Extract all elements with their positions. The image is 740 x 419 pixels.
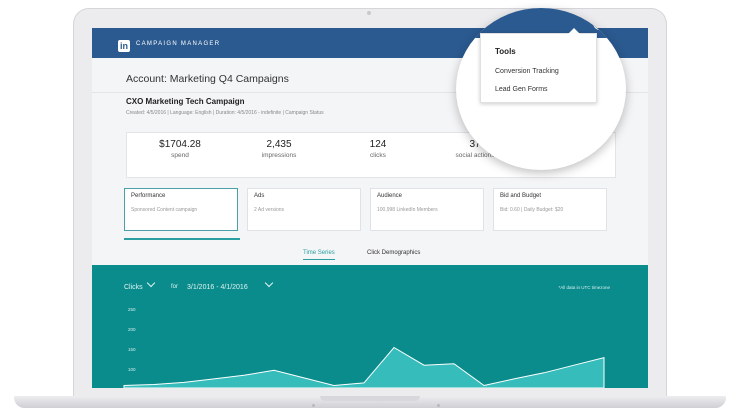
tools-title: Tools [495, 47, 516, 56]
card-subtitle: Bid: 0.60 | Daily Budget: $20 [500, 207, 564, 213]
stat-value: 124 [369, 139, 387, 150]
tools-menu: Tools Conversion Tracking Lead Gen Forms [480, 28, 597, 103]
campaign-meta: Created: 4/5/2016 | Language: English | … [126, 110, 324, 116]
chart-panel: Clicks for 3/1/2016 - 4/1/2016 *All data… [92, 265, 648, 388]
card-subtitle: Sponsored Content campaign [131, 207, 198, 213]
linkedin-logo-icon[interactable]: in [118, 40, 130, 52]
base-foot [312, 404, 315, 407]
stat-spend: $1704.28 spend [135, 139, 225, 159]
campaign-title: CXO Marketing Tech Campaign [126, 97, 245, 106]
card-title: Audience [377, 193, 403, 199]
stat-label: spend [171, 152, 189, 159]
stat-label: impressions [261, 152, 297, 159]
stat-impressions: 2,435 impressions [234, 139, 324, 159]
tab-time-series[interactable]: Time Series [303, 250, 335, 260]
stat-value: 2,435 [266, 139, 292, 150]
tab-click-demographics[interactable]: Click Demographics [367, 250, 420, 256]
menu-item-conversion-tracking[interactable]: Conversion Tracking [495, 68, 559, 75]
card-performance[interactable]: Performance Sponsored Content campaign [124, 188, 238, 231]
base-foot [437, 404, 440, 407]
card-audience[interactable]: Audience 100,998 LinkedIn Members [370, 188, 484, 231]
card-ads[interactable]: Ads 2 Ad versions [247, 188, 361, 231]
chart-area-series [123, 346, 605, 388]
card-title: Ads [254, 193, 265, 199]
card-title: Bid and Budget [500, 193, 542, 199]
laptop-notch [320, 396, 420, 401]
menu-item-lead-gen-forms[interactable]: Lead Gen Forms [495, 86, 548, 93]
stat-value: $1704.28 [159, 139, 201, 150]
card-title: Performance [131, 193, 166, 199]
card-bid-budget[interactable]: Bid and Budget Bid: 0.60 | Daily Budget:… [493, 188, 607, 231]
active-card-underline [124, 238, 240, 240]
account-title: Account: Marketing Q4 Campaigns [126, 73, 289, 85]
card-subtitle: 100,998 LinkedIn Members [377, 207, 438, 213]
webcam [367, 11, 371, 15]
avatar[interactable] [593, 16, 607, 30]
app-name: CAMPAIGN MANAGER [136, 41, 221, 47]
stat-label: clicks [370, 152, 386, 159]
card-subtitle: 2 Ad versions [254, 207, 285, 213]
area-chart [123, 346, 605, 388]
stat-clicks: 124 clicks [333, 139, 423, 159]
